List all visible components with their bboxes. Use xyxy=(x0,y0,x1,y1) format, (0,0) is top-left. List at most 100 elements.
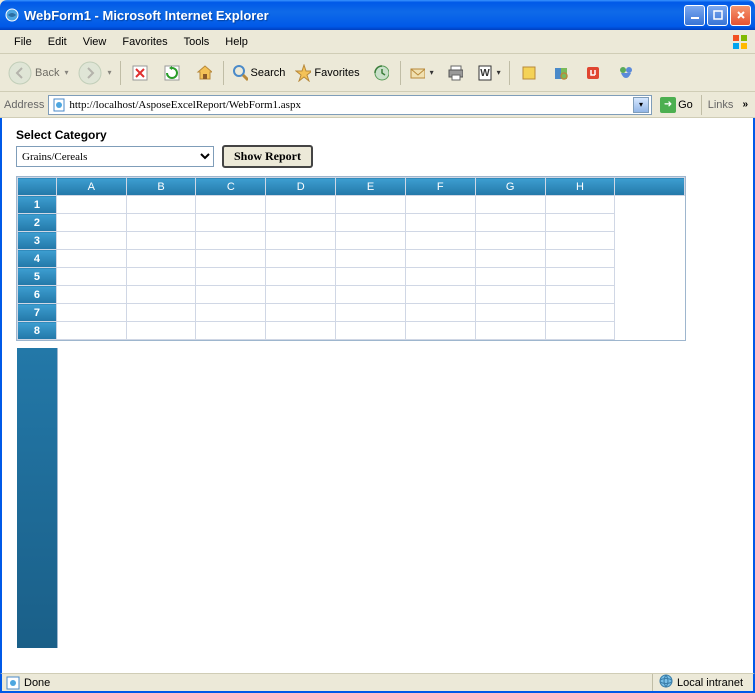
cell[interactable] xyxy=(196,286,266,304)
research-button[interactable] xyxy=(546,58,576,88)
cell[interactable] xyxy=(405,304,475,322)
discuss-button[interactable] xyxy=(514,58,544,88)
cell[interactable] xyxy=(545,322,615,340)
cell[interactable] xyxy=(475,268,545,286)
cell[interactable] xyxy=(266,250,336,268)
favorites-button[interactable]: Favorites xyxy=(291,58,363,88)
cell[interactable] xyxy=(615,232,685,250)
cell[interactable] xyxy=(615,268,685,286)
cell[interactable] xyxy=(475,322,545,340)
cell[interactable] xyxy=(126,196,196,214)
cell[interactable] xyxy=(615,196,685,214)
col-header[interactable]: G xyxy=(475,178,545,196)
row-header[interactable]: 7 xyxy=(18,304,57,322)
links-chevron-icon[interactable]: » xyxy=(739,99,751,110)
row-header[interactable]: 6 xyxy=(18,286,57,304)
row-header[interactable]: 3 xyxy=(18,232,57,250)
menu-edit[interactable]: Edit xyxy=(40,34,75,50)
cell[interactable] xyxy=(196,214,266,232)
cell[interactable] xyxy=(475,286,545,304)
row-header[interactable]: 2 xyxy=(18,214,57,232)
cell[interactable] xyxy=(615,286,685,304)
cell[interactable] xyxy=(56,214,126,232)
menu-tools[interactable]: Tools xyxy=(176,34,218,50)
home-button[interactable] xyxy=(189,58,219,88)
cell[interactable] xyxy=(475,196,545,214)
search-button[interactable]: Search xyxy=(228,58,290,88)
cell[interactable] xyxy=(196,268,266,286)
cell[interactable] xyxy=(545,304,615,322)
cell[interactable] xyxy=(196,304,266,322)
cell[interactable] xyxy=(405,286,475,304)
show-report-button[interactable]: Show Report xyxy=(222,145,313,168)
row-header[interactable]: 8 xyxy=(18,322,57,340)
cell[interactable] xyxy=(266,268,336,286)
cell[interactable] xyxy=(56,322,126,340)
menu-view[interactable]: View xyxy=(75,34,115,50)
back-button[interactable]: Back ▾ xyxy=(4,58,72,88)
cell[interactable] xyxy=(56,304,126,322)
address-dropdown[interactable]: ▾ xyxy=(633,97,649,113)
cell[interactable] xyxy=(615,304,685,322)
cell[interactable] xyxy=(405,214,475,232)
cell[interactable] xyxy=(266,196,336,214)
cell[interactable] xyxy=(56,196,126,214)
cell[interactable] xyxy=(126,232,196,250)
mail-button[interactable]: ▾ xyxy=(405,58,438,88)
cell[interactable] xyxy=(336,250,406,268)
cell[interactable] xyxy=(475,250,545,268)
cell[interactable] xyxy=(266,304,336,322)
col-header[interactable]: H xyxy=(545,178,615,196)
cell[interactable] xyxy=(126,304,196,322)
row-header[interactable]: 4 xyxy=(18,250,57,268)
cell[interactable] xyxy=(405,196,475,214)
cell[interactable] xyxy=(336,196,406,214)
menu-help[interactable]: Help xyxy=(217,34,256,50)
col-header[interactable]: D xyxy=(266,178,336,196)
row-header[interactable]: 1 xyxy=(18,196,57,214)
cell[interactable] xyxy=(266,214,336,232)
cell[interactable] xyxy=(126,322,196,340)
cell[interactable] xyxy=(336,286,406,304)
cell[interactable] xyxy=(56,268,126,286)
grid-corner[interactable] xyxy=(18,178,57,196)
cell[interactable] xyxy=(56,232,126,250)
col-header[interactable]: A xyxy=(56,178,126,196)
cell[interactable] xyxy=(545,250,615,268)
cell[interactable] xyxy=(196,232,266,250)
col-header[interactable]: B xyxy=(126,178,196,196)
cell[interactable] xyxy=(266,232,336,250)
col-header[interactable]: E xyxy=(336,178,406,196)
category-select[interactable]: Grains/Cereals xyxy=(16,146,214,167)
close-button[interactable] xyxy=(730,5,751,26)
col-header[interactable]: C xyxy=(196,178,266,196)
cell[interactable] xyxy=(405,250,475,268)
menu-file[interactable]: File xyxy=(6,34,40,50)
cell[interactable] xyxy=(126,250,196,268)
cell[interactable] xyxy=(336,232,406,250)
edit-button[interactable]: W ▾ xyxy=(472,58,505,88)
cell[interactable] xyxy=(545,268,615,286)
cell[interactable] xyxy=(475,214,545,232)
cell[interactable] xyxy=(545,232,615,250)
cell[interactable] xyxy=(336,304,406,322)
cell[interactable] xyxy=(615,250,685,268)
cell[interactable] xyxy=(196,196,266,214)
cell[interactable] xyxy=(545,196,615,214)
java-button[interactable] xyxy=(578,58,608,88)
minimize-button[interactable] xyxy=(684,5,705,26)
cell[interactable] xyxy=(196,322,266,340)
cell[interactable] xyxy=(405,232,475,250)
cell[interactable] xyxy=(56,250,126,268)
cell[interactable] xyxy=(126,214,196,232)
history-button[interactable] xyxy=(366,58,396,88)
cell[interactable] xyxy=(615,214,685,232)
cell[interactable] xyxy=(475,232,545,250)
row-header[interactable]: 5 xyxy=(18,268,57,286)
cell[interactable] xyxy=(405,322,475,340)
menu-favorites[interactable]: Favorites xyxy=(114,34,175,50)
cell[interactable] xyxy=(266,286,336,304)
maximize-button[interactable] xyxy=(707,5,728,26)
address-input[interactable] xyxy=(67,99,633,111)
cell[interactable] xyxy=(56,286,126,304)
